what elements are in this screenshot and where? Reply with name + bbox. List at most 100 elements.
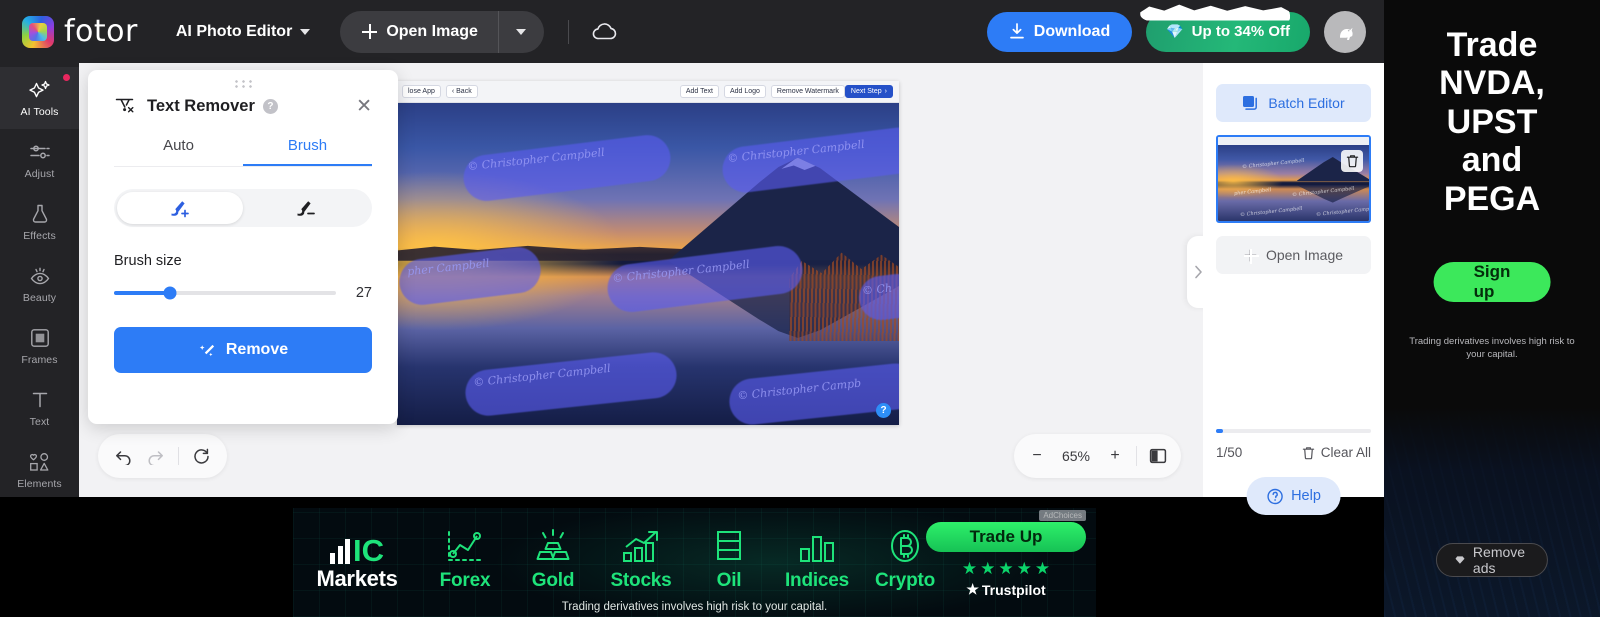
download-icon (1009, 23, 1024, 39)
text-t-icon (32, 392, 47, 407)
brush-add-icon (171, 201, 189, 218)
embedded-close-app-button[interactable]: lose App (402, 85, 441, 98)
brush-mask-stroke (463, 350, 679, 418)
trade-up-button[interactable]: Trade Up (926, 522, 1086, 552)
open-image-label: Open Image (386, 22, 478, 40)
right-panel-open-image-label: Open Image (1265, 247, 1344, 263)
question-circle-icon (1266, 488, 1283, 504)
brush-add-button[interactable] (117, 192, 243, 224)
reset-button[interactable] (192, 447, 211, 466)
clear-all-button[interactable]: Clear All (1302, 445, 1371, 460)
cloud-button[interactable] (591, 22, 618, 42)
plus-icon (362, 24, 378, 39)
zoom-out-button[interactable]: − (1020, 439, 1054, 473)
clear-all-label: Clear All (1320, 445, 1371, 460)
toolbar-divider (178, 447, 179, 465)
thumbnail-watermark: © Christopher Campb (1315, 206, 1371, 218)
right-panel-footer: 1/50 Clear All (1216, 445, 1371, 460)
brush-erase-icon (297, 201, 315, 216)
sidebar-item-elements[interactable]: Elements (0, 439, 79, 501)
trash-icon (1302, 446, 1314, 459)
magic-wand-icon (199, 344, 214, 357)
redo-button[interactable] (146, 448, 165, 465)
right-ad-disclaimer: Trading derivatives involves high risk t… (1409, 336, 1575, 360)
open-image-dropdown-button[interactable] (497, 10, 544, 53)
batch-editor-label: Batch Editor (1268, 95, 1345, 111)
question-mark-icon[interactable]: ? (262, 98, 278, 114)
panel-header: Text Remover ? ✕ (114, 70, 372, 116)
product-dropdown-label: AI Photo Editor (175, 22, 293, 40)
right-ad-cta-button[interactable]: Sign up (1433, 262, 1551, 302)
brush-mask-stroke (727, 361, 899, 425)
promo-label: Up to 34% Off (1191, 23, 1290, 40)
zoom-in-button[interactable]: + (1098, 439, 1132, 473)
open-image-group: Open Image (340, 10, 544, 53)
sidebar-item-beauty[interactable]: Beauty (0, 253, 79, 315)
tab-brush[interactable]: Brush (243, 137, 372, 166)
brush-size-label: Brush size (114, 253, 182, 269)
star-rating: ★ ★ ★ ★ ★ (926, 559, 1086, 579)
sidebar-item-ai-tools[interactable]: AI Tools (0, 67, 79, 129)
trash-icon (1346, 155, 1358, 168)
batch-editor-button[interactable]: Batch Editor (1216, 84, 1371, 122)
download-label: Download (1033, 22, 1111, 40)
brush-mode-toggle (114, 189, 372, 227)
embedded-next-step-button[interactable]: Next Step › (844, 85, 893, 98)
sidebar-item-effects[interactable]: Effects (0, 191, 79, 253)
tab-auto[interactable]: Auto (114, 137, 243, 166)
remove-ads-button[interactable]: Remove ads (1435, 543, 1549, 577)
ad-item-gold: Gold (509, 529, 597, 592)
download-button[interactable]: Download (986, 11, 1133, 52)
embedded-add-text-button[interactable]: Add Text (679, 85, 719, 98)
help-label: Help (1291, 488, 1321, 504)
sidebar-item-label: Effects (23, 229, 56, 242)
right-panel-open-image-button[interactable]: Open Image (1216, 236, 1371, 274)
right-ad-banner[interactable]: Trade NVDA, UPST and PEGA Sign up Tradin… (1384, 0, 1600, 617)
product-dropdown[interactable]: AI Photo Editor (175, 22, 311, 41)
slider-knob[interactable] (163, 286, 176, 300)
remove-button[interactable]: Remove (114, 327, 372, 373)
embedded-remove-watermark-button[interactable]: Remove Watermark (770, 85, 845, 98)
panel-title: Text Remover (147, 96, 255, 115)
thumbnail-toolbar-strip (1218, 137, 1369, 145)
avatar[interactable] (1324, 10, 1366, 53)
app-root: fotor AI Photo Editor Open Image Downloa… (0, 0, 1600, 617)
star-icon: ★ (980, 559, 996, 578)
flask-icon (32, 204, 47, 223)
panel-drag-handle[interactable] (233, 79, 253, 88)
canvas-help-badge[interactable]: ? (876, 403, 891, 418)
zoom-level: 65% (1061, 448, 1091, 464)
embedded-back-button[interactable]: ‹ Back (445, 85, 478, 98)
oil-barrel-icon (717, 531, 741, 560)
bottom-ad-right-block: Trade Up ★ ★ ★ ★ ★ ★ Trustpilot (926, 522, 1086, 598)
undo-button[interactable] (114, 448, 133, 465)
close-icon[interactable]: ✕ (356, 97, 372, 116)
ic-markets-logo: IC Markets (293, 532, 421, 592)
scrollbar-thumb[interactable] (1216, 429, 1223, 433)
redo-arrow-icon (148, 450, 163, 465)
ad-item-label: Oil (716, 570, 742, 591)
open-image-button[interactable]: Open Image (340, 11, 498, 53)
logo-ic-text: IC (353, 532, 384, 568)
help-button[interactable]: Help (1246, 477, 1341, 515)
snow-decoration-icon (1140, 4, 1291, 21)
embedded-add-logo-button[interactable]: Add Logo (723, 85, 766, 98)
image-thumbnail[interactable]: © Christopher Campbell pher Campbell © C… (1216, 135, 1371, 223)
adchoices-badge[interactable]: AdChoices (1039, 510, 1086, 521)
sidebar-item-adjust[interactable]: Adjust (0, 129, 79, 191)
bottom-ad-banner[interactable]: IC Markets Forex Gold Stocks Oil Indices… (293, 508, 1096, 617)
brand-logo[interactable]: fotor (22, 14, 138, 49)
editing-canvas[interactable]: lose App ‹ Back Add Text Add Logo Remove… (397, 81, 899, 425)
brush-erase-button[interactable] (243, 192, 369, 224)
compare-button[interactable] (1141, 439, 1175, 473)
top-bar: fotor AI Photo Editor Open Image Downloa… (0, 0, 1384, 63)
sidebar-item-text[interactable]: Text (0, 377, 79, 439)
bars-icon (330, 538, 350, 564)
sidebar-item-frames[interactable]: Frames (0, 315, 79, 377)
slider-fill (114, 291, 170, 295)
logo-markets-text: Markets (316, 566, 398, 591)
thumbnail-scrollbar[interactable] (1216, 429, 1371, 433)
sidebar-item-label: Adjust (24, 167, 55, 180)
thumbnail-delete-button[interactable] (1341, 150, 1363, 172)
brush-size-slider[interactable] (114, 286, 336, 300)
